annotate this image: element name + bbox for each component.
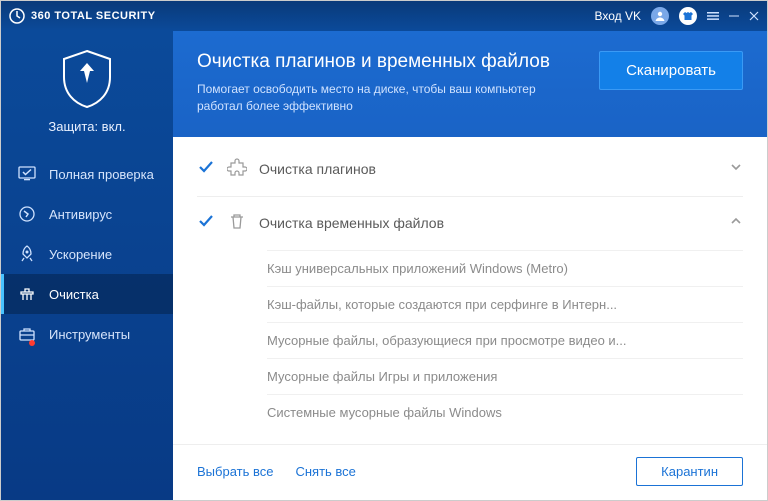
product-name: 360 TOTAL SECURITY xyxy=(31,10,156,22)
nav-cleanup[interactable]: Очистка xyxy=(1,274,173,314)
section-temp-files: Очистка временных файлов Кэш универсальн… xyxy=(197,197,743,436)
deselect-all-link[interactable]: Снять все xyxy=(295,464,355,479)
nav-label: Антивирус xyxy=(49,207,112,222)
check-icon xyxy=(197,212,215,235)
notification-dot-icon xyxy=(29,340,35,346)
nav-tools[interactable]: Инструменты xyxy=(1,314,173,354)
product-logo: 360 TOTAL SECURITY xyxy=(9,8,156,24)
nav-full-scan[interactable]: Полная проверка xyxy=(1,154,173,194)
nav-label: Полная проверка xyxy=(49,167,154,182)
section-title: Очистка плагинов xyxy=(259,161,376,177)
broom-icon xyxy=(17,284,37,304)
nav-label: Очистка xyxy=(49,287,99,302)
titlebar: 360 TOTAL SECURITY Вход VK xyxy=(1,1,767,31)
nav-antivirus[interactable]: Антивирус xyxy=(1,194,173,234)
monitor-check-icon xyxy=(17,164,37,184)
nav: Полная проверка Антивирус Ускорение Очис… xyxy=(1,154,173,354)
page-subtitle: Помогает освободить место на диске, чтоб… xyxy=(197,81,537,115)
user-avatar-icon[interactable] xyxy=(651,7,669,25)
page-title: Очистка плагинов и временных файлов xyxy=(197,51,550,73)
close-icon[interactable] xyxy=(749,11,759,21)
list-item[interactable]: Кэш-файлы, которые создаются при серфинг… xyxy=(267,286,743,322)
protection-status[interactable]: Защита: вкл. xyxy=(1,31,173,154)
app-window: 360 TOTAL SECURITY Вход VK xyxy=(0,0,768,501)
logo-icon xyxy=(9,8,25,24)
section-header-temp-files[interactable]: Очистка временных файлов xyxy=(197,197,743,250)
rocket-icon xyxy=(17,244,37,264)
list-item[interactable]: Мусорные файлы, образующиеся при просмот… xyxy=(267,322,743,358)
list-item[interactable]: Системные мусорные файлы Windows xyxy=(267,394,743,430)
trash-icon xyxy=(227,211,247,236)
select-all-link[interactable]: Выбрать все xyxy=(197,464,273,479)
nav-label: Ускорение xyxy=(49,247,112,262)
list-item[interactable]: Кэш универсальных приложений Windows (Me… xyxy=(267,250,743,286)
shield-icon xyxy=(60,49,114,109)
main: Очистка плагинов и временных файлов Помо… xyxy=(173,31,767,500)
chevron-up-icon xyxy=(729,214,743,233)
menu-icon[interactable] xyxy=(707,10,719,22)
nav-speedup[interactable]: Ускорение xyxy=(1,234,173,274)
page-header: Очистка плагинов и временных файлов Помо… xyxy=(173,31,767,137)
section-plugins: Очистка плагинов xyxy=(197,143,743,197)
quarantine-button[interactable]: Карантин xyxy=(636,457,743,486)
section-body-temp-files: Кэш универсальных приложений Windows (Me… xyxy=(197,250,743,436)
list-item[interactable]: Мусорные файлы Игры и приложения xyxy=(267,358,743,394)
footer: Выбрать все Снять все Карантин xyxy=(173,444,767,500)
minimize-icon[interactable] xyxy=(729,11,739,21)
check-icon xyxy=(197,158,215,181)
puzzle-icon xyxy=(227,157,247,182)
theme-icon[interactable] xyxy=(679,7,697,25)
sidebar: Защита: вкл. Полная проверка Антивирус У… xyxy=(1,31,173,500)
scan-button[interactable]: Сканировать xyxy=(599,51,743,90)
chevron-down-icon xyxy=(729,160,743,179)
section-title: Очистка временных файлов xyxy=(259,215,444,231)
login-link[interactable]: Вход VK xyxy=(595,9,642,23)
protection-label: Защита: вкл. xyxy=(48,119,125,134)
section-header-plugins[interactable]: Очистка плагинов xyxy=(197,143,743,196)
nav-label: Инструменты xyxy=(49,327,130,342)
antivirus-icon xyxy=(17,204,37,224)
content: Очистка плагинов Очистка временных файло… xyxy=(173,137,767,444)
